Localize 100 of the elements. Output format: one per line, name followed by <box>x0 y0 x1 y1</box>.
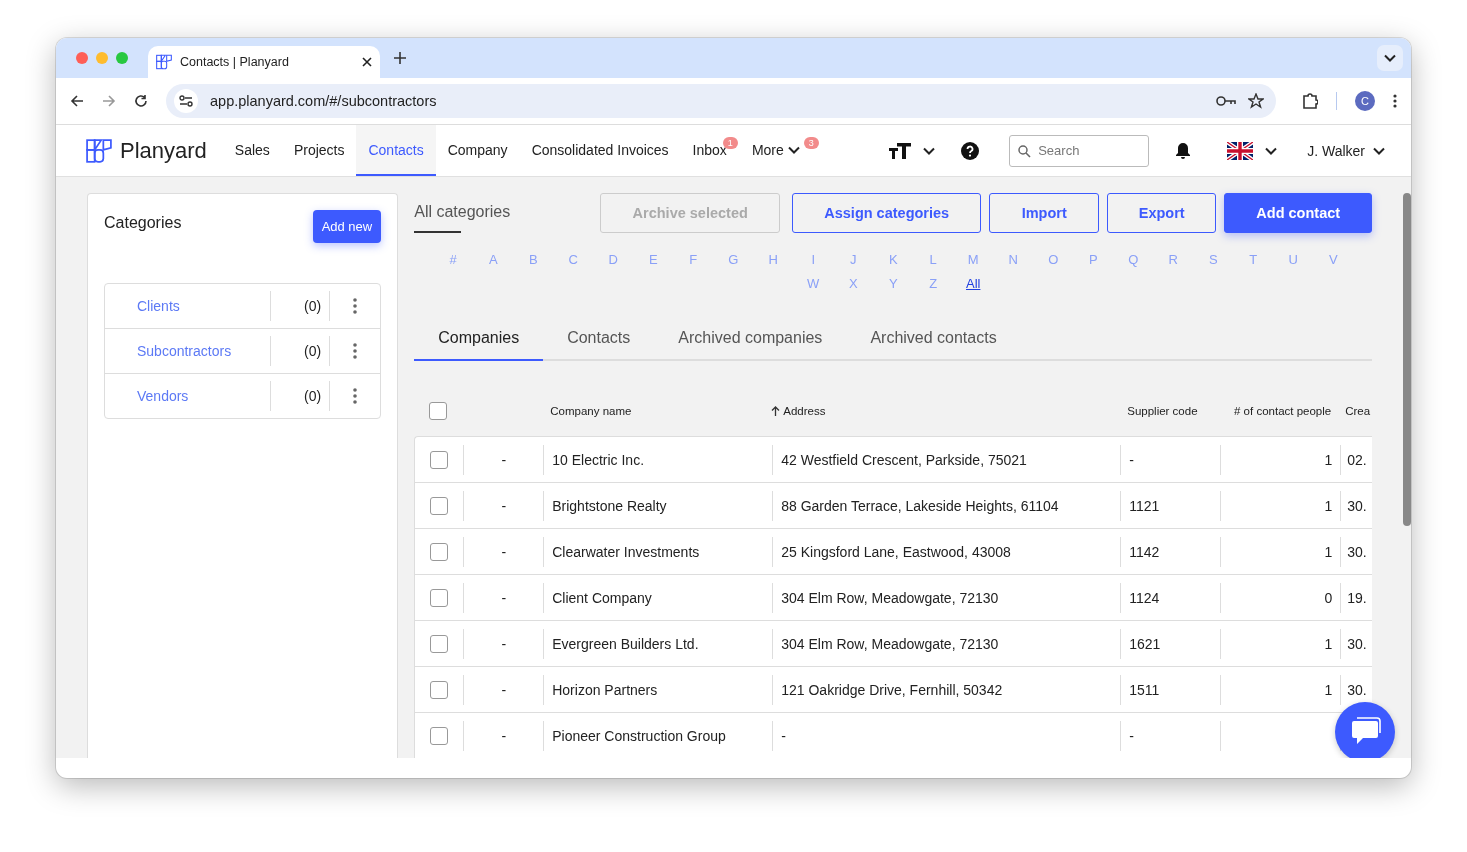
table-cell: 1 <box>1324 543 1333 560</box>
letter-filter-link[interactable]: V <box>1313 251 1354 269</box>
category-count: (0) <box>270 381 331 411</box>
back-icon[interactable] <box>70 94 84 108</box>
text-size-icon[interactable] <box>889 142 912 159</box>
tab-search-button[interactable] <box>1377 45 1403 71</box>
letter-filter-link[interactable]: T <box>1233 251 1274 269</box>
row-checkbox[interactable] <box>430 496 449 515</box>
table-cell: - <box>501 543 507 560</box>
forward-icon[interactable] <box>102 94 116 108</box>
tab[interactable]: Archived companies <box>654 325 847 361</box>
tab[interactable]: Companies <box>414 325 544 361</box>
action-button[interactable]: Export <box>1107 193 1217 233</box>
letter-filter-link[interactable]: X <box>833 275 874 293</box>
more-options-icon[interactable] <box>353 388 358 404</box>
table-cell: Clearwater Investments <box>552 543 700 560</box>
more-options-icon[interactable] <box>353 343 358 359</box>
nav-item[interactable]: Consolidated Invoices <box>519 125 681 176</box>
letter-filter-link[interactable]: L <box>913 251 954 269</box>
help-icon[interactable] <box>961 141 980 160</box>
category-link[interactable]: Vendors <box>105 388 271 404</box>
letter-filter-link[interactable]: G <box>713 251 754 269</box>
row-checkbox[interactable] <box>430 542 449 561</box>
search-field[interactable]: Search <box>1009 134 1150 167</box>
category-count: (0) <box>270 291 331 321</box>
logo-icon <box>86 137 112 164</box>
table-cell: 1511 <box>1129 681 1160 698</box>
user-menu[interactable]: J. Walker <box>1307 142 1385 159</box>
table-cell: Brightstone Realty <box>552 497 667 514</box>
browser-tab[interactable]: Contacts | Planyard <box>148 46 380 78</box>
nav-item[interactable]: Contacts <box>356 125 436 176</box>
letter-filter-link[interactable]: N <box>993 251 1034 269</box>
site-settings-icon[interactable] <box>179 95 193 107</box>
tab[interactable]: Archived contacts <box>846 325 1021 361</box>
table-cell: 1 <box>1324 497 1333 514</box>
letter-filter-link[interactable]: W <box>793 275 834 293</box>
tab[interactable]: Contacts <box>543 325 655 361</box>
category-link[interactable]: Subcontractors <box>105 343 271 359</box>
table-cell: - <box>501 727 507 744</box>
column-header[interactable]: Company name <box>550 404 632 417</box>
action-button[interactable]: Import <box>989 193 1100 233</box>
letter-filter-link[interactable]: Q <box>1113 251 1154 269</box>
column-header[interactable]: Supplier code <box>1127 404 1198 417</box>
letter-filter-link[interactable]: S <box>1193 251 1234 269</box>
row-checkbox[interactable] <box>430 680 449 699</box>
address-bar[interactable]: app.planyard.com/#/subcontractors <box>166 84 1276 118</box>
action-button[interactable]: Add contact <box>1224 193 1373 233</box>
extensions-icon[interactable] <box>1302 93 1318 109</box>
letter-filter-link[interactable]: B <box>513 251 554 269</box>
row-checkbox[interactable] <box>430 634 449 653</box>
letter-filter-link[interactable]: M <box>953 251 994 269</box>
letter-filter-link[interactable]: A <box>473 251 514 269</box>
column-header[interactable]: # of contact people <box>1234 404 1332 417</box>
bell-icon[interactable] <box>1175 141 1192 160</box>
more-options-icon[interactable] <box>353 298 358 314</box>
row-checkbox[interactable] <box>430 726 449 745</box>
letter-filter-link[interactable]: Y <box>873 275 914 293</box>
row-checkbox[interactable] <box>430 450 449 469</box>
star-icon[interactable] <box>1248 93 1264 109</box>
nav-item[interactable]: More 3 <box>739 125 821 176</box>
profile-avatar[interactable]: C <box>1355 91 1375 111</box>
letter-filter-link[interactable]: R <box>1153 251 1194 269</box>
column-header[interactable]: Crea <box>1345 404 1371 417</box>
action-button[interactable]: Assign categories <box>792 193 982 233</box>
table-cell: - <box>781 727 786 744</box>
menu-icon[interactable] <box>1393 94 1397 108</box>
nav-item[interactable]: Sales <box>222 125 282 176</box>
flag-icon[interactable] <box>1227 141 1254 160</box>
letter-filter-link[interactable]: C <box>553 251 594 269</box>
letter-filter-link[interactable]: K <box>873 251 914 269</box>
letter-filter-link[interactable]: F <box>673 251 714 269</box>
nav-item[interactable]: Projects <box>281 125 357 176</box>
chat-button[interactable] <box>1335 702 1395 758</box>
letter-filter-link[interactable]: All <box>953 275 994 293</box>
new-tab-icon[interactable] <box>394 52 406 64</box>
letter-filter-link[interactable]: J <box>833 251 874 269</box>
letter-filter-link[interactable]: U <box>1273 251 1314 269</box>
letter-filter-link[interactable]: D <box>593 251 634 269</box>
reload-icon[interactable] <box>134 94 148 108</box>
logo-icon <box>156 54 172 70</box>
letter-filter-link[interactable]: P <box>1073 251 1114 269</box>
close-icon[interactable] <box>362 57 372 67</box>
scrollbar-thumb[interactable] <box>1403 193 1411 526</box>
letter-filter-link[interactable]: # <box>433 251 474 269</box>
category-link[interactable]: Clients <box>105 298 271 314</box>
table-cell: - <box>1129 727 1134 744</box>
row-checkbox[interactable] <box>430 588 449 607</box>
letter-filter-link[interactable]: E <box>633 251 674 269</box>
column-header[interactable]: Address <box>771 404 826 417</box>
key-icon[interactable] <box>1216 95 1236 107</box>
nav-item[interactable]: Company <box>435 125 520 176</box>
search-icon <box>1018 144 1032 158</box>
add-new-button[interactable]: Add new <box>312 210 382 243</box>
category-filter-tab[interactable]: All categories <box>414 203 511 221</box>
letter-filter-link[interactable]: O <box>1033 251 1074 269</box>
letter-filter-link[interactable]: H <box>753 251 794 269</box>
letter-filter-link[interactable]: I <box>793 251 834 269</box>
letter-filter-link[interactable]: Z <box>913 275 954 293</box>
table-cell: 30. <box>1347 681 1367 698</box>
select-all-checkbox[interactable] <box>429 401 448 420</box>
